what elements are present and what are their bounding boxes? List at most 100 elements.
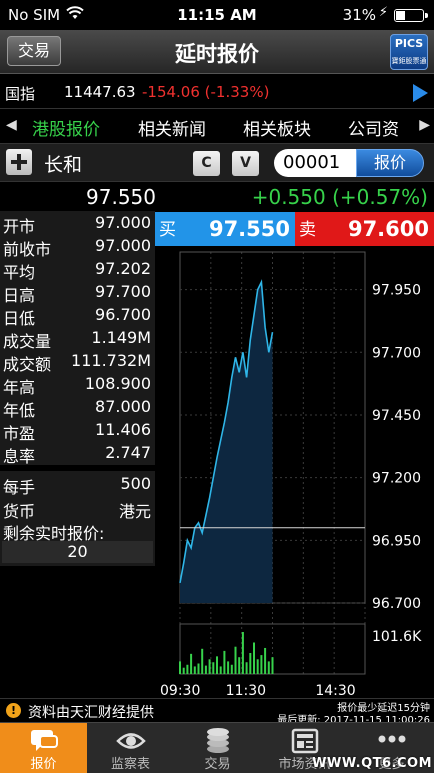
stat-turnover: 成交额 111.732M [0,349,155,374]
stock-code-input[interactable]: 00001 [274,149,356,177]
ask-price: 97.600 [347,217,429,241]
tab-label: 报价 [30,757,57,772]
y-tick-label: 96.950 [372,533,421,549]
volume-bar [245,662,248,674]
stat-volume: 成交量 1.149M [0,326,155,351]
stat-value: 97.700 [95,282,151,301]
chevron-right-icon[interactable]: ▶ [419,117,430,133]
stat-value: 1.149M [91,328,151,347]
volume-bar [223,650,226,674]
ask-box[interactable]: 卖 97.600 [295,212,434,246]
chevron-left-icon[interactable]: ◀ [6,117,17,133]
coins-icon [207,728,229,753]
stat-label: 息率 [3,447,36,466]
newspaper-icon [291,728,319,754]
stats-panel: 开市 97.000 前收市 97.000 平均 97.202 日高 97.700 日低 9… [0,211,155,566]
tab-label: 交易 [204,757,231,772]
stats-divider [0,465,155,471]
stat-open: 开市 97.000 [0,211,155,236]
v-button[interactable]: V [232,151,259,176]
volume-bar [201,648,204,674]
stat-value: 96.700 [95,305,151,324]
eye-icon [116,733,146,749]
stock-name: 长和 [44,154,83,176]
ask-label: 卖 [299,220,316,240]
tab-trade[interactable]: 交易 [174,723,261,773]
charging-icon: ⚡ [378,5,388,20]
battery-icon [394,9,428,22]
stat-day-low: 日低 96.700 [0,303,155,328]
stat-value: 2.747 [105,443,151,462]
stat-value: 108.900 [84,374,151,393]
info-bar: ! 资料由天汇财经提供 报价最少延迟15分钟 最后更新: 2017-11-15 … [0,698,434,726]
stat-average: 平均 97.202 [0,257,155,282]
chat-quote-icon [31,730,58,751]
bid-label: 买 [159,220,176,240]
stat-value: 111.732M [71,351,151,370]
c-button[interactable]: C [193,151,220,176]
tab-company-info[interactable]: 公司资 [348,115,399,140]
volume-bar [208,659,211,674]
tab-hk-quote[interactable]: 港股报价 [32,115,100,140]
x-tick-label: 14:30 [315,683,355,698]
stat-day-high: 日高 97.700 [0,280,155,305]
volume-bar [249,653,252,674]
index-change: -154.06 (-1.33%) [142,83,270,101]
stat-yield: 息率 2.747 [0,441,155,466]
x-tick-label: 09:30 [160,683,200,698]
play-icon[interactable] [413,84,428,102]
info-icon: ! [6,703,21,718]
stat-year-low: 年低 87.000 [0,395,155,420]
volume-bar [234,646,237,674]
volume-bar [179,661,181,674]
tab-related-sectors[interactable]: 相关板块 [243,115,311,140]
index-value: 11447.63 [64,83,136,101]
volume-bar [230,664,233,674]
volume-bar [256,659,259,674]
add-watchlist-button[interactable] [6,149,32,175]
stat-lot-size: 每手 500 [0,472,155,497]
volume-bar [212,662,215,674]
volume-bar [190,653,193,674]
volume-bar [186,664,189,674]
bid-price: 97.550 [208,217,290,241]
volume-bar [182,667,185,674]
more-dots-icon [378,735,406,743]
page-title: 延时报价 [175,42,259,66]
stat-currency: 货币 港元 [0,496,155,521]
stat-value: 97.202 [95,259,151,278]
stat-year-high: 年高 108.900 [0,372,155,397]
tab-watchlist[interactable]: 监察表 [87,723,174,773]
bid-box[interactable]: 买 97.550 [155,212,295,246]
stat-value: 500 [120,474,151,493]
y-tick-label: 97.950 [372,283,421,299]
logo-mark-icon: PICS [394,37,424,50]
stock-bar: 长和 C V 00001 报价 [0,144,434,182]
volume-bar [267,661,270,674]
stat-label: 每手 [3,478,36,497]
index-name: 国指 [5,85,36,103]
quote-button[interactable]: 报价 [356,149,424,177]
intraday-chart[interactable]: 97.950 97.700 97.450 97.200 96.950 96.700 101… [155,246,434,698]
stat-value: 97.000 [95,236,151,255]
stat-value: 97.000 [95,213,151,232]
broker-logo: PICS 寶鉅股票通 [390,34,428,70]
battery-percent: 31% [342,6,376,24]
volume-bar [271,657,274,674]
tab-related-news[interactable]: 相关新闻 [138,115,206,140]
y-tick-label: 96.700 [372,596,421,612]
volume-bar [204,665,207,674]
stat-prev-close: 前收市 97.000 [0,234,155,259]
tab-quote[interactable]: 报价 [0,723,87,773]
last-price: 97.550 [86,185,156,209]
y-tick-label: 97.450 [372,408,421,424]
volume-bar [241,632,244,674]
x-tick-label: 11:30 [226,683,266,698]
volume-bar [227,661,230,674]
stat-value: 87.000 [95,397,151,416]
volume-bar [253,642,255,674]
stat-label: 货币 [3,502,36,521]
index-ticker[interactable]: 国指 11447.63 -154.06 (-1.33%) [0,76,434,108]
volume-bar [264,647,267,674]
volume-bar [260,655,263,674]
